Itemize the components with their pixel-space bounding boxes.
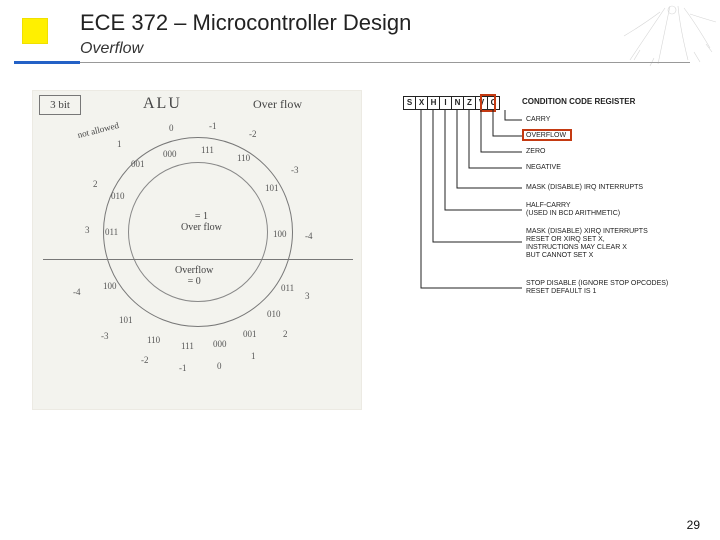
- inner-bits: 011: [281, 283, 294, 293]
- highlight-overflow-label: [522, 129, 572, 141]
- ccr-carry-label: CARRY: [526, 116, 550, 124]
- inner-bits: 010: [267, 309, 281, 319]
- overflow-eq0: Overflow= 0: [175, 265, 213, 287]
- outer-num: 1: [251, 351, 256, 361]
- ccr-half-label: HALF-CARRY (USED IN BCD ARITHMETIC): [526, 202, 620, 218]
- ccr-xirq-label: MASK (DISABLE) XIRQ INTERRUPTS RESET OR …: [526, 228, 648, 260]
- inner-bits: 001: [131, 159, 145, 169]
- inner-bits: 010: [111, 191, 125, 201]
- inner-bits: 110: [147, 335, 160, 345]
- inner-bits: 101: [265, 183, 279, 193]
- outer-num: 2: [93, 179, 98, 189]
- alu-overflow-sketch: 3 bit ALU Over flow not allowed = 1Over …: [32, 90, 362, 410]
- page-title: ECE 372 – Microcontroller Design: [80, 10, 411, 36]
- inner-bits: 001: [243, 329, 257, 339]
- overflow-heading: Over flow: [253, 97, 302, 112]
- outer-num: 3: [85, 225, 90, 235]
- inner-bits: 100: [103, 281, 117, 291]
- outer-num: 2: [283, 329, 288, 339]
- ccr-stop-label: STOP DISABLE (IGNORE STOP OPCODES) RESET…: [526, 280, 668, 296]
- outer-num: 0: [169, 123, 174, 133]
- alu-label: ALU: [143, 95, 182, 113]
- inner-bits: 011: [105, 227, 118, 237]
- ccr-negative-label: NEGATIVE: [526, 164, 561, 172]
- title-underline: [80, 62, 690, 63]
- inner-bits: 110: [237, 153, 250, 163]
- mid-line: [43, 259, 353, 260]
- inner-bits: 101: [119, 315, 133, 325]
- inner-bits: 000: [213, 339, 227, 349]
- outer-num: -2: [249, 129, 257, 139]
- outer-num: -4: [305, 231, 313, 241]
- not-allowed-label: not allowed: [76, 120, 119, 140]
- outer-num: 0: [217, 361, 222, 371]
- outer-num: 1: [117, 139, 122, 149]
- three-bit-box: 3 bit: [39, 95, 81, 115]
- outer-num: 3: [305, 291, 310, 301]
- outer-num: -2: [141, 355, 149, 365]
- inner-bits: 100: [273, 229, 287, 239]
- inner-bits: 111: [201, 145, 214, 155]
- outer-num: -1: [209, 121, 217, 131]
- page-subtitle: Overflow: [80, 40, 143, 58]
- ccr-diagram: S X H I N Z V C CONDITION CODE REGISTER: [392, 96, 708, 326]
- ccr-irq-label: MASK (DISABLE) IRQ INTERRUPTS: [526, 184, 643, 192]
- ccr-zero-label: ZERO: [526, 148, 545, 156]
- inner-bits: 111: [181, 341, 194, 351]
- outer-num: -4: [73, 287, 81, 297]
- page-number: 29: [687, 518, 700, 532]
- outer-num: -1: [179, 363, 187, 373]
- outer-num: -3: [101, 331, 109, 341]
- outer-num: -3: [291, 165, 299, 175]
- accent-square: [22, 18, 48, 44]
- inner-bits: 000: [163, 149, 177, 159]
- overflow-eq1: = 1Over flow: [181, 211, 222, 233]
- corner-decoration: [610, 0, 720, 70]
